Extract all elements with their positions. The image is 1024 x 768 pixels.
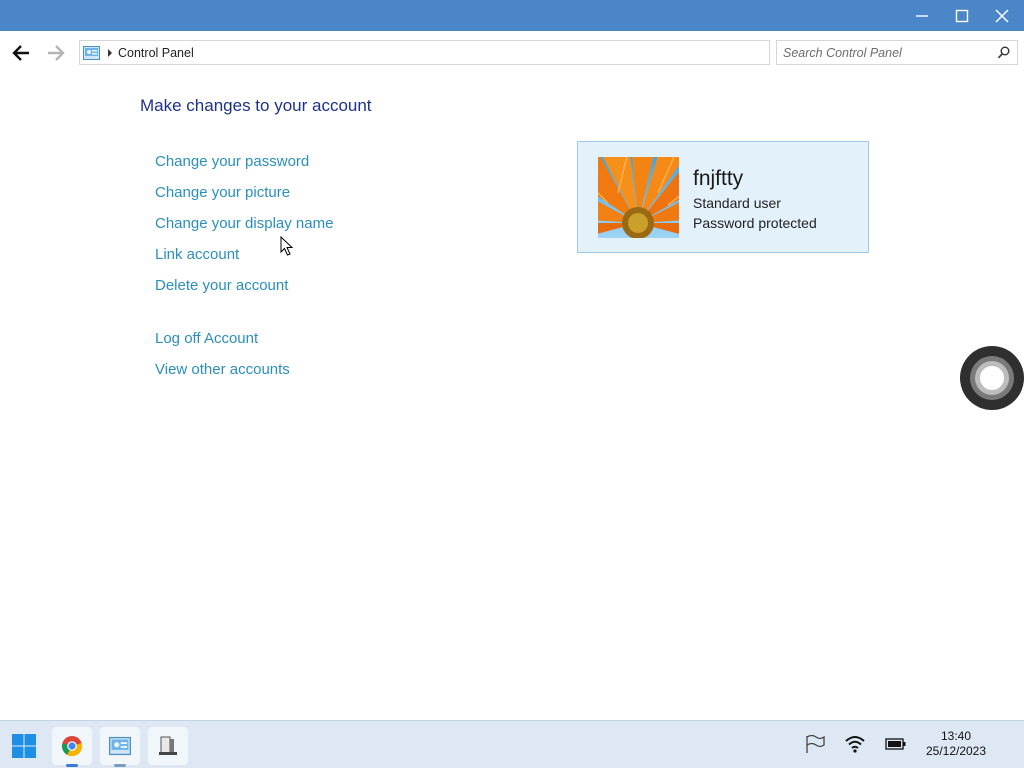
avatar[interactable] xyxy=(598,157,679,238)
clock-time: 13:40 xyxy=(940,729,972,743)
clock-date: 25/12/2023 xyxy=(925,743,987,758)
minimize-icon xyxy=(916,14,928,17)
taskbar-control-panel[interactable] xyxy=(100,727,140,767)
title-bar xyxy=(0,0,1024,31)
log-off-link[interactable]: Log off Account xyxy=(155,330,258,347)
search-icon xyxy=(997,46,1009,59)
flag-icon xyxy=(806,734,825,753)
page-title: Make changes to your account xyxy=(140,96,372,115)
start-icon xyxy=(12,734,36,758)
back-button[interactable] xyxy=(9,41,33,65)
taskbar xyxy=(0,720,1024,768)
delete-account-link[interactable]: Delete your account xyxy=(155,277,288,294)
maximize-icon xyxy=(955,9,969,22)
breadcrumb-chevron-icon[interactable] xyxy=(108,48,112,57)
close-button[interactable] xyxy=(982,0,1022,31)
change-picture-link[interactable]: Change your picture xyxy=(155,184,290,201)
forward-button[interactable] xyxy=(44,41,68,65)
account-type: Standard user xyxy=(693,195,781,211)
change-display-name-link[interactable]: Change your display name xyxy=(155,215,333,232)
breadcrumb-control-panel[interactable]: Control Panel xyxy=(118,46,194,60)
close-icon xyxy=(995,8,1009,23)
file-explorer-icon xyxy=(159,736,177,755)
control-panel-icon xyxy=(83,45,100,60)
action-center-button[interactable] xyxy=(803,733,827,755)
account-name: fnjftty xyxy=(693,167,744,190)
system-clock[interactable]: 13:40 25/12/2023 xyxy=(916,729,996,758)
forward-arrow-icon xyxy=(48,45,65,61)
orange-flower-avatar xyxy=(598,157,679,238)
battery-button[interactable] xyxy=(884,733,908,755)
taskbar-chrome[interactable] xyxy=(52,727,92,767)
chrome-icon xyxy=(62,736,83,757)
search-box[interactable]: Search Control Panel xyxy=(776,40,1018,65)
taskbar-file-explorer[interactable] xyxy=(148,727,188,765)
minimize-button[interactable] xyxy=(902,0,942,31)
mouse-cursor-icon xyxy=(280,236,294,256)
start-button[interactable] xyxy=(4,727,44,765)
search-button[interactable] xyxy=(993,43,1013,63)
address-bar[interactable]: Control Panel xyxy=(79,40,770,65)
battery-icon xyxy=(885,738,906,750)
network-button[interactable] xyxy=(843,733,867,755)
account-card: fnjftty Standard user Password protected xyxy=(577,141,869,253)
view-other-accounts-link[interactable]: View other accounts xyxy=(155,361,290,378)
change-password-link[interactable]: Change your password xyxy=(155,153,309,170)
maximize-button[interactable] xyxy=(942,0,982,31)
back-arrow-icon xyxy=(12,45,29,61)
link-account-link[interactable]: Link account xyxy=(155,246,239,263)
search-input[interactable]: Search Control Panel xyxy=(783,46,993,60)
account-status: Password protected xyxy=(693,215,817,231)
wifi-icon xyxy=(845,736,865,753)
control-panel-icon xyxy=(109,736,131,756)
assistive-touch-button[interactable] xyxy=(960,346,1024,410)
